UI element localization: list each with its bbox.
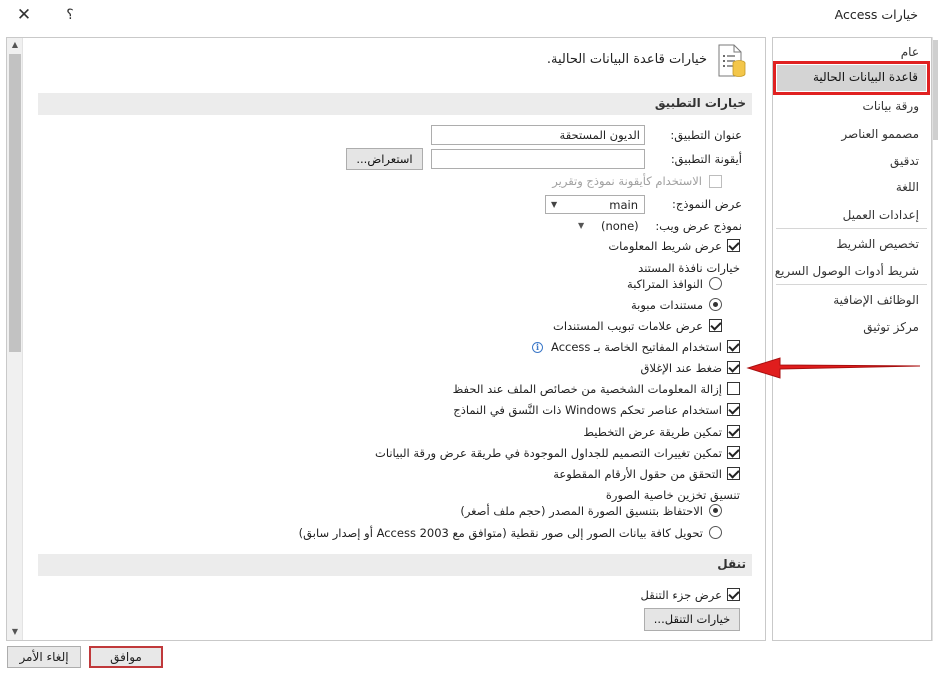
app-title-input[interactable]: الديون المستحقة bbox=[431, 125, 645, 145]
access-keys-checkbox[interactable] bbox=[727, 340, 740, 353]
remove-personal-info-label: إزالة المعلومات الشخصية من خصائص الملف ع… bbox=[452, 382, 722, 396]
section-app-options: خيارات التطبيق bbox=[38, 93, 752, 115]
chevron-down-icon: ▼ bbox=[578, 221, 585, 230]
navigation-options-button[interactable]: خيارات التنقل... bbox=[644, 608, 740, 631]
sidebar-item-general[interactable]: عام bbox=[901, 45, 919, 59]
sidebar-item-proofing[interactable]: تدقيق bbox=[890, 154, 919, 168]
section-title: خيارات التطبيق bbox=[654, 96, 746, 110]
doc-window-options-label: خيارات نافذة المستند bbox=[638, 261, 740, 275]
cancel-button[interactable]: إلغاء الأمر bbox=[7, 646, 81, 668]
nav-pane-checkbox[interactable] bbox=[727, 588, 740, 601]
sidebar-item-label: قاعدة البيانات الحالية bbox=[812, 70, 918, 84]
overlapping-windows-label: النوافذ المتراكبة bbox=[627, 277, 703, 291]
sidebar-item-quick-access-toolbar[interactable]: شريط أدوات الوصول السريع bbox=[775, 264, 919, 278]
scroll-up-icon[interactable]: ▲ bbox=[10, 40, 20, 50]
sidebar-item-current-database[interactable]: قاعدة البيانات الحالية bbox=[773, 61, 930, 95]
windows-themed-controls-label: استخدام عناصر تحكم Windows ذات النَّسق ف… bbox=[453, 403, 722, 417]
web-form-label: نموذج عرض ويب: bbox=[655, 219, 742, 233]
access-keys-label: استخدام المفاتيح الخاصة بـ Access bbox=[551, 340, 722, 354]
status-bar-checkbox[interactable] bbox=[727, 239, 740, 252]
sidebar-item-add-ins[interactable]: الوظائف الإضافية bbox=[833, 293, 919, 307]
sidebar-divider bbox=[776, 284, 927, 285]
overlapping-windows-radio[interactable] bbox=[709, 277, 722, 290]
use-as-icon-checkbox[interactable] bbox=[709, 175, 722, 188]
sidebar-scroll-thumb[interactable] bbox=[933, 40, 938, 140]
use-as-icon-label: الاستخدام كأيقونة نموذج وتقرير bbox=[552, 174, 702, 188]
display-form-label: عرض النموذج: bbox=[672, 197, 742, 211]
tabbed-documents-radio[interactable] bbox=[709, 298, 722, 311]
convert-bitmap-label: تحويل كافة بيانات الصور إلى صور نقطية (م… bbox=[298, 526, 703, 540]
app-title-label: عنوان التطبيق: bbox=[670, 128, 742, 142]
truncated-fields-label: التحقق من حقول الأرقام المقطوعة bbox=[553, 467, 722, 481]
document-tabs-checkbox[interactable] bbox=[709, 319, 722, 332]
web-form-select[interactable]: (none) ▼ bbox=[576, 219, 644, 235]
nav-pane-label: عرض جزء التنقل bbox=[640, 588, 722, 602]
app-icon-label: أيقونة التطبيق: bbox=[670, 152, 742, 166]
sidebar-divider bbox=[776, 228, 927, 229]
sidebar-item-object-designers[interactable]: مصممو العناصر bbox=[841, 127, 919, 141]
app-icon-input[interactable] bbox=[431, 149, 645, 169]
tabbed-documents-label: مستندات مبوبة bbox=[630, 298, 703, 312]
sidebar-item-datasheet[interactable]: ورقة بيانات bbox=[863, 99, 919, 113]
compact-on-close-checkbox[interactable] bbox=[727, 361, 740, 374]
design-changes-label: تمكين تغييرات التصميم للجداول الموجودة ف… bbox=[375, 446, 722, 460]
content-scroll-thumb[interactable] bbox=[9, 54, 21, 352]
windows-themed-controls-checkbox[interactable] bbox=[727, 403, 740, 416]
display-form-value: main bbox=[609, 198, 638, 212]
ok-button[interactable]: موافق bbox=[89, 646, 163, 668]
info-icon[interactable]: i bbox=[532, 342, 543, 353]
sidebar-item-trust-center[interactable]: مركز توثيق bbox=[863, 320, 919, 334]
scroll-down-icon[interactable]: ▼ bbox=[10, 627, 20, 637]
convert-bitmap-radio[interactable] bbox=[709, 526, 722, 539]
picture-format-label: تنسيق تخزين خاصية الصورة bbox=[605, 488, 740, 502]
compact-on-close-label: ضغط عند الإغلاق bbox=[640, 361, 722, 375]
status-bar-label: عرض شريط المعلومات bbox=[608, 239, 722, 253]
options-sidebar: عام قاعدة البيانات الحالية ورقة بيانات م… bbox=[772, 37, 932, 641]
layout-view-label: تمكين طريقة عرض التخطيط bbox=[583, 425, 722, 439]
sidebar-item-language[interactable]: اللغة bbox=[896, 180, 919, 194]
remove-personal-info-checkbox[interactable] bbox=[727, 382, 740, 395]
section-navigation: تنقل bbox=[38, 554, 752, 576]
display-form-select[interactable]: main ▼ bbox=[545, 195, 645, 214]
preserve-format-label: الاحتفاظ بتنسيق الصورة المصدر (حجم ملف أ… bbox=[460, 504, 703, 518]
truncated-fields-checkbox[interactable] bbox=[727, 467, 740, 480]
section-title: تنقل bbox=[717, 557, 746, 571]
design-changes-checkbox[interactable] bbox=[727, 446, 740, 459]
window-title: خيارات Access bbox=[834, 7, 918, 22]
document-tabs-label: عرض علامات تبويب المستندات bbox=[553, 319, 703, 333]
sidebar-item-client-settings[interactable]: إعدادات العميل bbox=[843, 208, 919, 222]
preserve-format-radio[interactable] bbox=[709, 504, 722, 517]
sidebar-item-customize-ribbon[interactable]: تخصيص الشريط bbox=[836, 237, 919, 251]
browse-button[interactable]: استعراض... bbox=[346, 148, 423, 170]
close-icon[interactable]: ✕ bbox=[12, 4, 36, 26]
layout-view-checkbox[interactable] bbox=[727, 425, 740, 438]
database-options-icon bbox=[718, 44, 746, 77]
help-icon[interactable]: ؟ bbox=[58, 4, 82, 26]
chevron-down-icon: ▼ bbox=[551, 200, 558, 209]
arrow-annotation-icon bbox=[746, 357, 921, 379]
page-title: خيارات قاعدة البيانات الحالية. bbox=[546, 52, 707, 67]
options-content-panel bbox=[6, 37, 766, 641]
web-form-value: (none) bbox=[601, 219, 639, 233]
